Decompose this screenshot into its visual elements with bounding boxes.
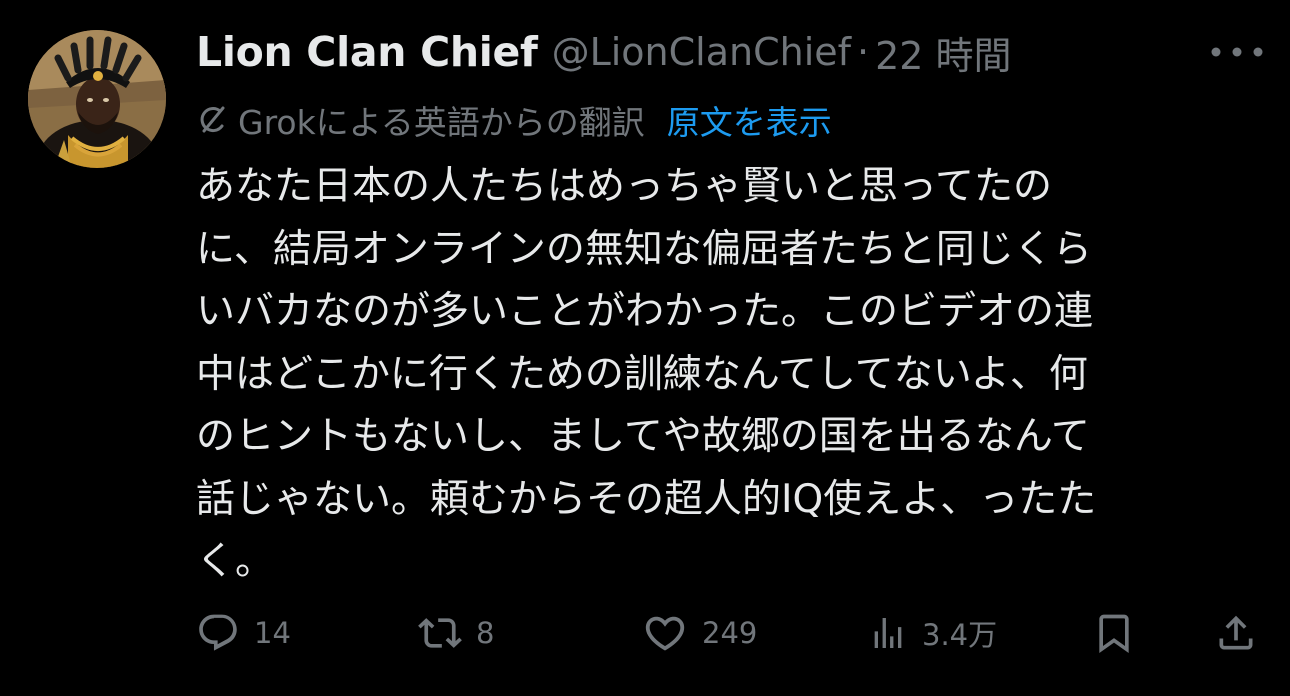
translation-label: Grokによる英語からの翻訳	[238, 103, 645, 142]
display-name[interactable]: Lion Clan Chief	[196, 28, 538, 76]
bookmark-icon	[1092, 611, 1136, 655]
repost-button[interactable]: 8	[418, 608, 494, 658]
separator-dot: ·	[857, 30, 870, 74]
grok-icon	[196, 104, 228, 136]
views-icon	[868, 613, 908, 653]
translation-notice: Grokによる英語からの翻訳 原文を表示	[196, 98, 832, 142]
show-original-link[interactable]: 原文を表示	[667, 96, 832, 144]
avatar-image	[28, 30, 166, 168]
views-count: 3.4万	[922, 618, 998, 652]
action-bar: 14 8 249 3.4万	[196, 608, 1262, 658]
heart-icon	[642, 610, 688, 656]
timestamp[interactable]: 22 時間	[875, 25, 1011, 80]
share-icon	[1214, 611, 1258, 655]
user-handle[interactable]: @LionClanChief	[552, 30, 851, 74]
avatar[interactable]	[28, 30, 166, 168]
more-options-button[interactable]	[1206, 34, 1268, 70]
repost-count: 8	[476, 616, 495, 650]
share-button[interactable]	[1214, 608, 1258, 658]
repost-icon	[418, 611, 462, 655]
like-button[interactable]: 249	[642, 608, 757, 658]
reply-icon	[196, 611, 240, 655]
like-count: 249	[702, 616, 758, 650]
tweet-text: あなた日本の人たちはめっちゃ賢いと思ってたの に、結局オンラインの無知な偏屈者た…	[196, 164, 1097, 584]
views-button[interactable]: 3.4万	[868, 608, 997, 658]
more-icon	[1210, 46, 1264, 58]
reply-count: 14	[254, 616, 291, 650]
tweet-header: Lion Clan Chief @LionClanChief · 22 時間	[196, 24, 1012, 80]
reply-button[interactable]: 14	[196, 608, 291, 658]
bookmark-button[interactable]	[1092, 608, 1136, 658]
